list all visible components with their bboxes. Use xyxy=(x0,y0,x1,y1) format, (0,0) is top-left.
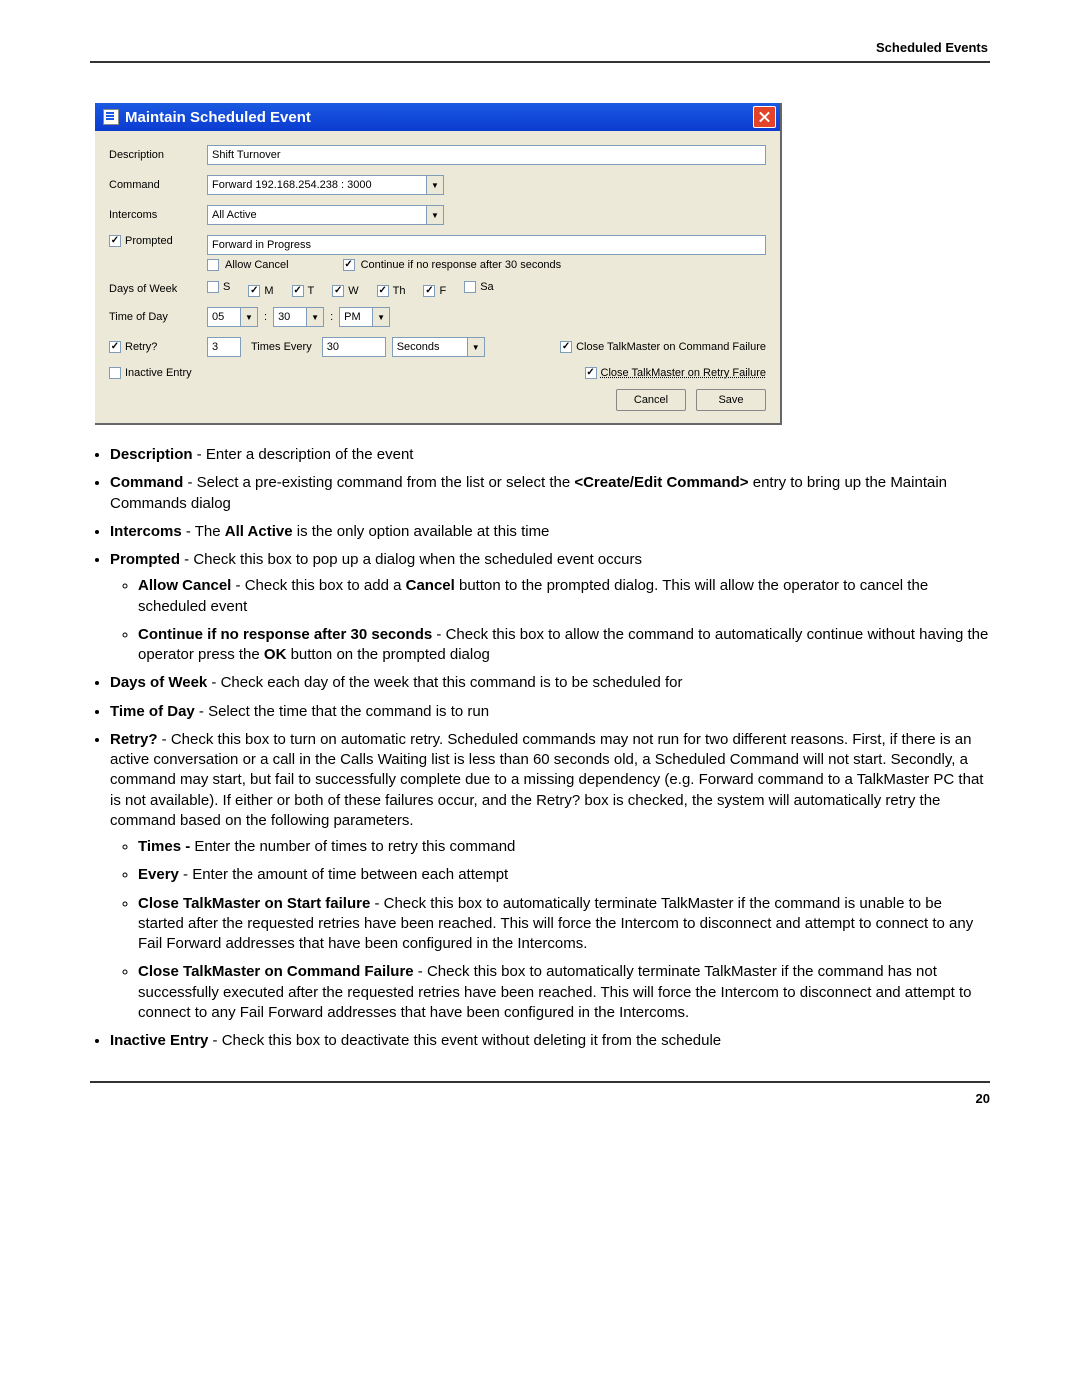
chevron-down-icon[interactable]: ▼ xyxy=(426,175,444,195)
close-on-retry-failure-checkbox[interactable] xyxy=(585,367,597,379)
chevron-down-icon[interactable]: ▼ xyxy=(426,205,444,225)
label-command: Command xyxy=(109,179,207,191)
day-label: S xyxy=(223,281,230,293)
label-close-retry-fail: Close TalkMaster on Retry Failure xyxy=(601,367,766,379)
label-continue-30: Continue if no response after 30 seconds xyxy=(361,259,562,271)
minute-select[interactable]: 30 xyxy=(273,307,306,327)
label-allow-cancel: Allow Cancel xyxy=(225,259,289,271)
day-option: Sa xyxy=(464,281,493,293)
continue-30-checkbox[interactable] xyxy=(343,259,355,271)
day-checkbox-f[interactable] xyxy=(423,285,435,297)
help-text: Description - Enter a description of the… xyxy=(90,445,990,1051)
inactive-entry-checkbox[interactable] xyxy=(109,367,121,379)
retry-times-input[interactable]: 3 xyxy=(207,337,241,357)
footer-divider xyxy=(90,1081,990,1083)
label-retry: Retry? xyxy=(125,341,157,353)
day-option: W xyxy=(332,285,358,297)
ampm-select[interactable]: PM xyxy=(339,307,372,327)
hour-select[interactable]: 05 xyxy=(207,307,240,327)
close-icon[interactable] xyxy=(753,106,776,128)
label-days-of-week: Days of Week xyxy=(109,283,207,295)
chevron-down-icon[interactable]: ▼ xyxy=(467,337,485,357)
app-icon xyxy=(103,109,119,125)
day-option: T xyxy=(292,285,315,297)
label-times-every: Times Every xyxy=(251,341,312,353)
header-section-title: Scheduled Events xyxy=(90,40,990,55)
day-label: M xyxy=(264,285,273,297)
day-option: M xyxy=(248,285,273,297)
day-label: Sa xyxy=(480,281,493,293)
label-time-of-day: Time of Day xyxy=(109,311,207,323)
days-container: S M T W Th F Sa xyxy=(207,281,512,297)
time-colon-2: : xyxy=(330,311,333,323)
label-intercoms: Intercoms xyxy=(109,209,207,221)
intercoms-select[interactable]: All Active xyxy=(207,205,426,225)
day-checkbox-m[interactable] xyxy=(248,285,260,297)
time-colon-1: : xyxy=(264,311,267,323)
day-checkbox-t[interactable] xyxy=(292,285,304,297)
day-label: Th xyxy=(393,285,406,297)
chevron-down-icon[interactable]: ▼ xyxy=(240,307,258,327)
retry-every-unit-select[interactable]: Seconds xyxy=(392,337,467,357)
dialog-titlebar: Maintain Scheduled Event xyxy=(95,103,780,131)
day-option: F xyxy=(423,285,446,297)
day-checkbox-th[interactable] xyxy=(377,285,389,297)
command-select[interactable]: Forward 192.168.254.238 : 3000 xyxy=(207,175,426,195)
save-button[interactable]: Save xyxy=(696,389,766,411)
description-input[interactable]: Shift Turnover xyxy=(207,145,766,165)
day-option: S xyxy=(207,281,230,293)
day-label: F xyxy=(439,285,446,297)
day-label: T xyxy=(308,285,315,297)
prompt-message-input[interactable]: Forward in Progress xyxy=(207,235,766,255)
label-description: Description xyxy=(109,149,207,161)
dialog-title: Maintain Scheduled Event xyxy=(125,109,311,126)
close-on-command-failure-checkbox[interactable] xyxy=(560,341,572,353)
cancel-button[interactable]: Cancel xyxy=(616,389,686,411)
retry-every-value-input[interactable]: 30 xyxy=(322,337,386,357)
chevron-down-icon[interactable]: ▼ xyxy=(372,307,390,327)
day-option: Th xyxy=(377,285,406,297)
chevron-down-icon[interactable]: ▼ xyxy=(306,307,324,327)
label-inactive-entry: Inactive Entry xyxy=(125,367,192,379)
label-close-cmd-fail: Close TalkMaster on Command Failure xyxy=(576,341,766,353)
label-prompted: Prompted xyxy=(125,235,173,247)
prompted-checkbox[interactable] xyxy=(109,235,121,247)
header-divider xyxy=(90,61,990,63)
maintain-scheduled-event-dialog: Maintain Scheduled Event Description Shi… xyxy=(95,103,782,425)
retry-checkbox[interactable] xyxy=(109,341,121,353)
allow-cancel-checkbox[interactable] xyxy=(207,259,219,271)
day-checkbox-sa[interactable] xyxy=(464,281,476,293)
day-checkbox-s[interactable] xyxy=(207,281,219,293)
day-label: W xyxy=(348,285,358,297)
page-number: 20 xyxy=(90,1091,990,1106)
day-checkbox-w[interactable] xyxy=(332,285,344,297)
